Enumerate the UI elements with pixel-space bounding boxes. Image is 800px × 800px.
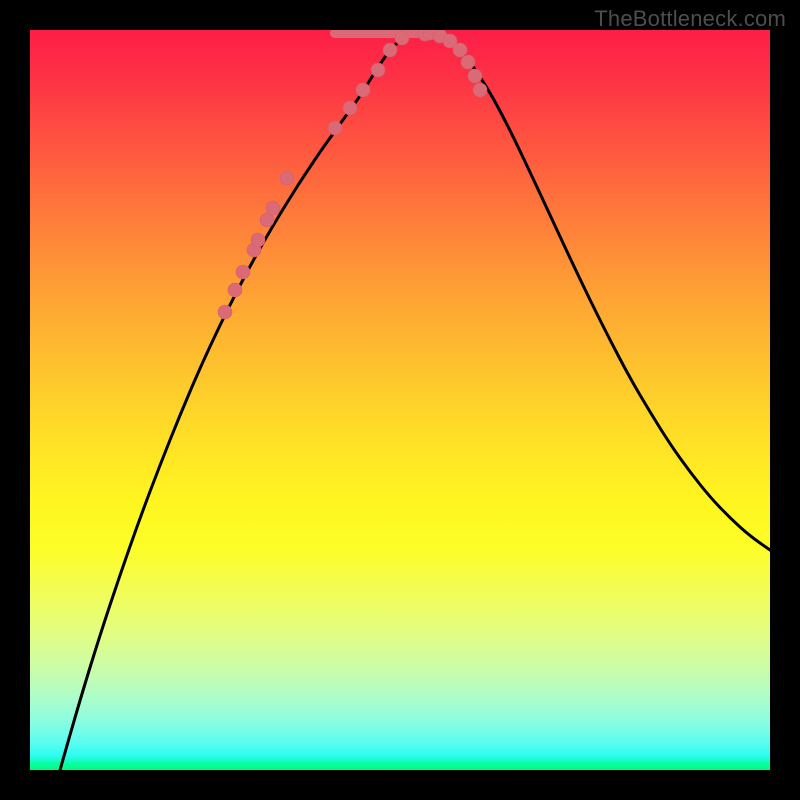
curve-svg [30,30,770,770]
data-point [395,31,409,45]
data-point [251,233,265,247]
data-point [383,43,397,57]
data-point [473,83,487,97]
data-point [461,55,475,69]
data-point [228,283,242,297]
data-point [218,305,232,319]
data-point [468,69,482,83]
data-points [218,30,487,319]
bottleneck-curve [60,33,770,770]
data-point [343,101,357,115]
curve-path [60,33,770,770]
data-point [280,171,294,185]
data-point [328,121,342,135]
watermark-text: TheBottleneck.com [594,6,786,32]
plot-area [30,30,770,770]
data-point [266,201,280,215]
data-point [356,83,370,97]
chart-frame: TheBottleneck.com [0,0,800,800]
data-point [371,63,385,77]
data-point [453,43,467,57]
data-point [236,265,250,279]
